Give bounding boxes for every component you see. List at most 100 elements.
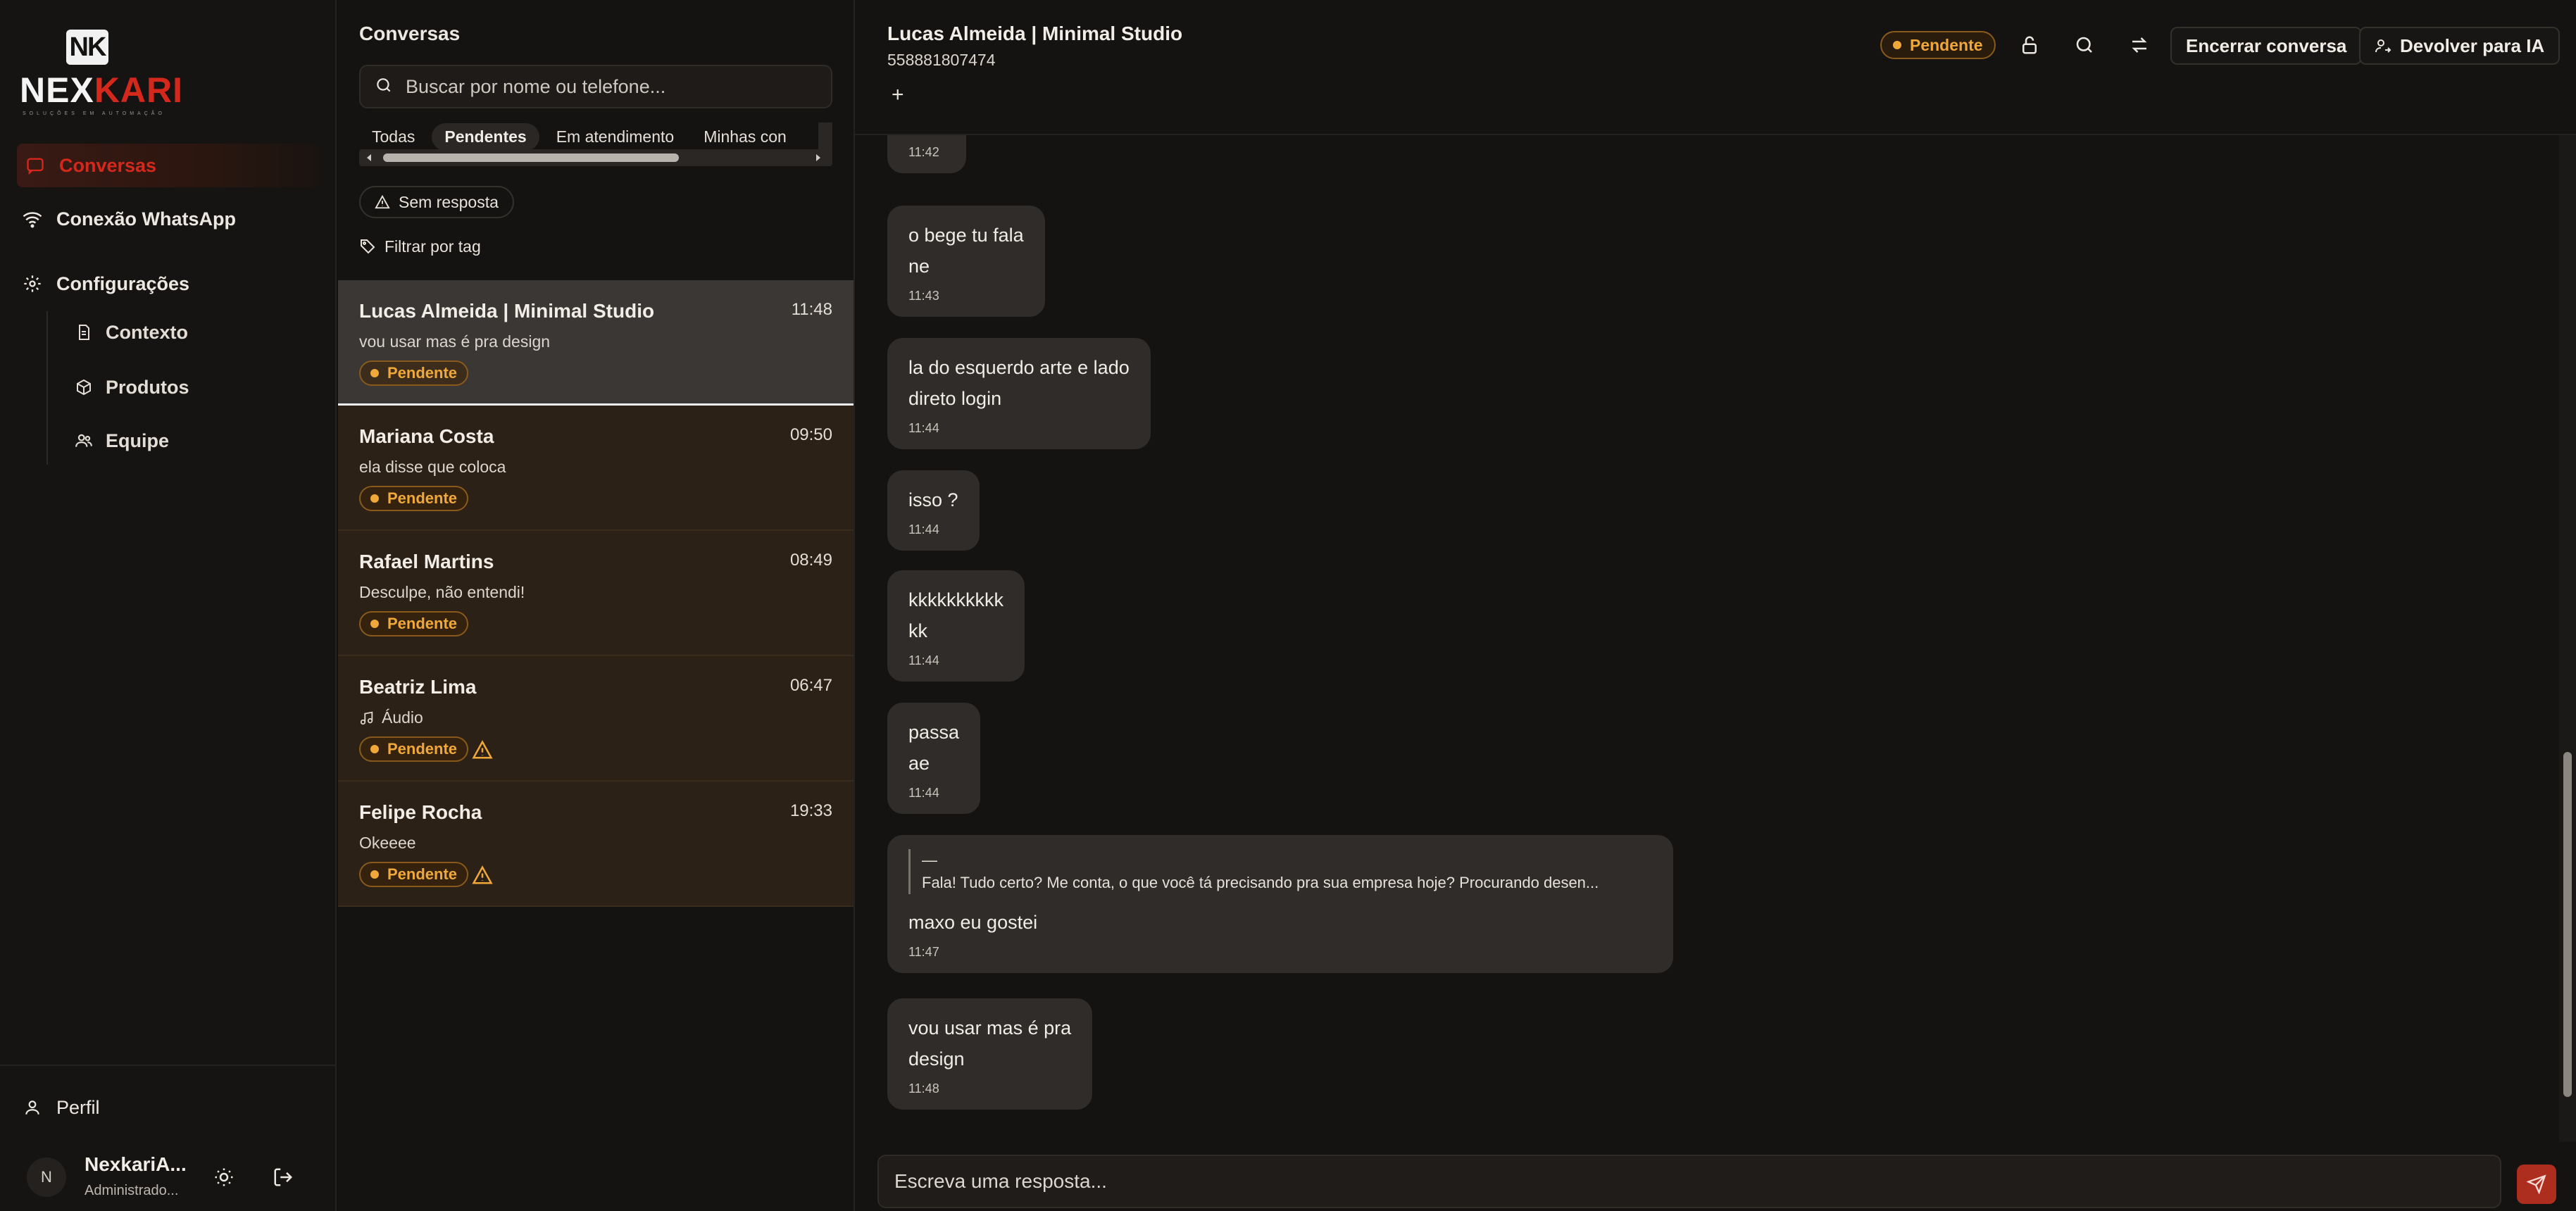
sidebar-item-configuracoes[interactable]: Configurações — [20, 262, 189, 306]
message-text: passa — [908, 722, 960, 743]
sidebar-item-whatsapp[interactable]: Conexão WhatsApp — [20, 197, 236, 241]
scroll-thumb[interactable] — [2563, 752, 2572, 1097]
search-icon[interactable] — [2068, 28, 2101, 62]
sidebar: NK NEXKARI SOLUÇÕES EM AUTOMAÇÃO Convers… — [0, 0, 337, 1211]
end-conversation-button[interactable]: Encerrar conversa — [2170, 27, 2363, 65]
sidebar-item-label: Configurações — [56, 272, 190, 294]
composer[interactable] — [877, 1155, 2501, 1208]
status-dot — [370, 870, 379, 879]
logout-icon[interactable] — [266, 1160, 300, 1194]
message-text: o bege tu fala — [908, 225, 1024, 246]
sidebar-subitem-equipe[interactable]: Equipe — [73, 421, 169, 460]
return-to-ai-button[interactable]: Devolver para IA — [2359, 27, 2561, 65]
conversation-time: 08:49 — [789, 551, 832, 570]
box-icon — [73, 377, 94, 398]
sidebar-subitem-contexto[interactable]: Contexto — [73, 313, 188, 352]
search-input[interactable] — [406, 75, 814, 98]
status-badge: Pendente — [359, 736, 469, 762]
nexkari-logo[interactable]: NK NEXKARI SOLUÇÕES EM AUTOMAÇÃO — [20, 30, 182, 116]
tab-em-atendimento[interactable]: Em atendimento — [544, 123, 687, 151]
sidebar-item-label: Conversas — [59, 154, 157, 176]
conversation-name: Rafael Martins — [359, 551, 494, 572]
message-bubble: kkkkkkkkkk kk 11:44 — [887, 570, 1025, 682]
conversation-name: Felipe Rocha — [359, 801, 482, 823]
panel-title: Conversas — [359, 23, 461, 44]
conversation-name: Mariana Costa — [359, 425, 494, 447]
message-text: vou usar mas é pra — [908, 1017, 1072, 1039]
tab-minhas[interactable]: Minhas con — [691, 123, 799, 151]
conversation-preview: Áudio — [359, 708, 423, 727]
status-dot — [370, 745, 379, 753]
contact-phone: 558881807474 — [887, 51, 996, 69]
sidebar-subitem-label: Equipe — [106, 429, 170, 451]
conversation-list: Lucas Almeida | Minimal Studio 11:48 vou… — [338, 280, 854, 907]
message-bubble: 11:42 — [887, 135, 966, 173]
warning-icon — [375, 194, 390, 210]
tabs-horizontal-scrollbar[interactable] — [359, 149, 832, 166]
user-name: NexkariA... — [85, 1153, 187, 1175]
chat-header: Lucas Almeida | Minimal Studio 558881807… — [855, 0, 2576, 135]
send-icon — [2527, 1174, 2546, 1194]
conversation-item[interactable]: Rafael Martins 08:49 Desculpe, não enten… — [338, 531, 854, 656]
tag-filter-button[interactable]: Filtrar por tag — [359, 234, 481, 259]
tab-pendentes[interactable]: Pendentes — [432, 123, 539, 151]
message-time: 11:44 — [908, 522, 939, 537]
search-box[interactable] — [359, 65, 832, 108]
message-bubble: vou usar mas é pra design 11:48 — [887, 998, 1093, 1110]
conversation-item[interactable]: Beatriz Lima 06:47 Áudio Pendente — [338, 656, 854, 782]
message-time: 11:42 — [908, 145, 939, 159]
lock-icon[interactable] — [2013, 28, 2046, 62]
avatar[interactable]: N — [27, 1157, 66, 1197]
message-bubble-reply: — Fala! Tudo certo? Me conta, o que você… — [887, 835, 1673, 973]
conversation-list-panel: Conversas Todas Pendentes Em atendimento… — [338, 0, 855, 1211]
add-icon[interactable]: + — [892, 83, 904, 107]
conversation-item[interactable]: Felipe Rocha 19:33 Okeeee Pendente — [338, 782, 854, 907]
message-time: 11:43 — [908, 289, 939, 303]
reply-input[interactable] — [894, 1170, 2444, 1193]
logo-badge: NK — [66, 30, 108, 65]
message-scrollbar[interactable] — [2559, 135, 2576, 1142]
status-badge: Pendente — [359, 486, 469, 511]
conversation-item[interactable]: Lucas Almeida | Minimal Studio 11:48 vou… — [338, 280, 854, 406]
conversation-item[interactable]: Mariana Costa 09:50 ela disse que coloca… — [338, 406, 854, 531]
conversation-time: 09:50 — [789, 425, 832, 444]
scroll-left-icon[interactable] — [363, 152, 375, 163]
users-icon — [73, 430, 94, 451]
submenu-guide-line — [46, 311, 48, 465]
conversation-preview: vou usar mas é pra design — [359, 332, 551, 351]
message-text: kkkkkkkkkk — [908, 589, 1003, 610]
message-time: 11:47 — [908, 945, 939, 959]
message-time: 11:44 — [908, 421, 939, 435]
message-text: direto login — [908, 388, 1002, 409]
sidebar-subitem-produtos[interactable]: Produtos — [73, 368, 189, 407]
sidebar-item-conversas[interactable]: Conversas — [17, 144, 320, 187]
status-badge[interactable]: Pendente — [1880, 31, 1996, 59]
tag-icon — [359, 238, 376, 255]
gear-icon — [20, 271, 45, 296]
no-reply-chip[interactable]: Sem resposta — [359, 186, 514, 218]
message-text: kk — [908, 620, 927, 641]
quoted-message[interactable]: — Fala! Tudo certo? Me conta, o que você… — [908, 849, 1652, 894]
message-time: 11:48 — [908, 1081, 939, 1096]
status-dot — [1893, 41, 1901, 49]
message-bubble: isso ? 11:44 — [887, 470, 980, 551]
message-text: maxo eu gostei — [908, 912, 1038, 933]
send-button[interactable] — [2517, 1165, 2556, 1204]
sidebar-subitem-label: Contexto — [106, 321, 188, 343]
message-text: ae — [908, 753, 930, 774]
scroll-thumb[interactable] — [383, 153, 679, 162]
conversation-preview: ela disse que coloca — [359, 458, 506, 476]
search-icon — [375, 76, 393, 98]
tabs-scroll-arrows[interactable] — [818, 123, 832, 151]
music-note-icon — [359, 710, 375, 726]
sidebar-item-perfil[interactable]: Perfil — [20, 1086, 100, 1129]
transfer-icon[interactable] — [2122, 28, 2156, 62]
conversation-preview: Desculpe, não entendi! — [359, 583, 525, 601]
status-badge: Pendente — [359, 611, 469, 636]
message-bubble: la do esquerdo arte e lado direto login … — [887, 338, 1151, 449]
theme-toggle-icon[interactable] — [207, 1160, 241, 1194]
tab-todas[interactable]: Todas — [359, 123, 427, 151]
scroll-right-icon[interactable] — [813, 152, 824, 163]
contact-name: Lucas Almeida | Minimal Studio — [887, 23, 1183, 44]
sidebar-item-label: Perfil — [56, 1096, 100, 1118]
